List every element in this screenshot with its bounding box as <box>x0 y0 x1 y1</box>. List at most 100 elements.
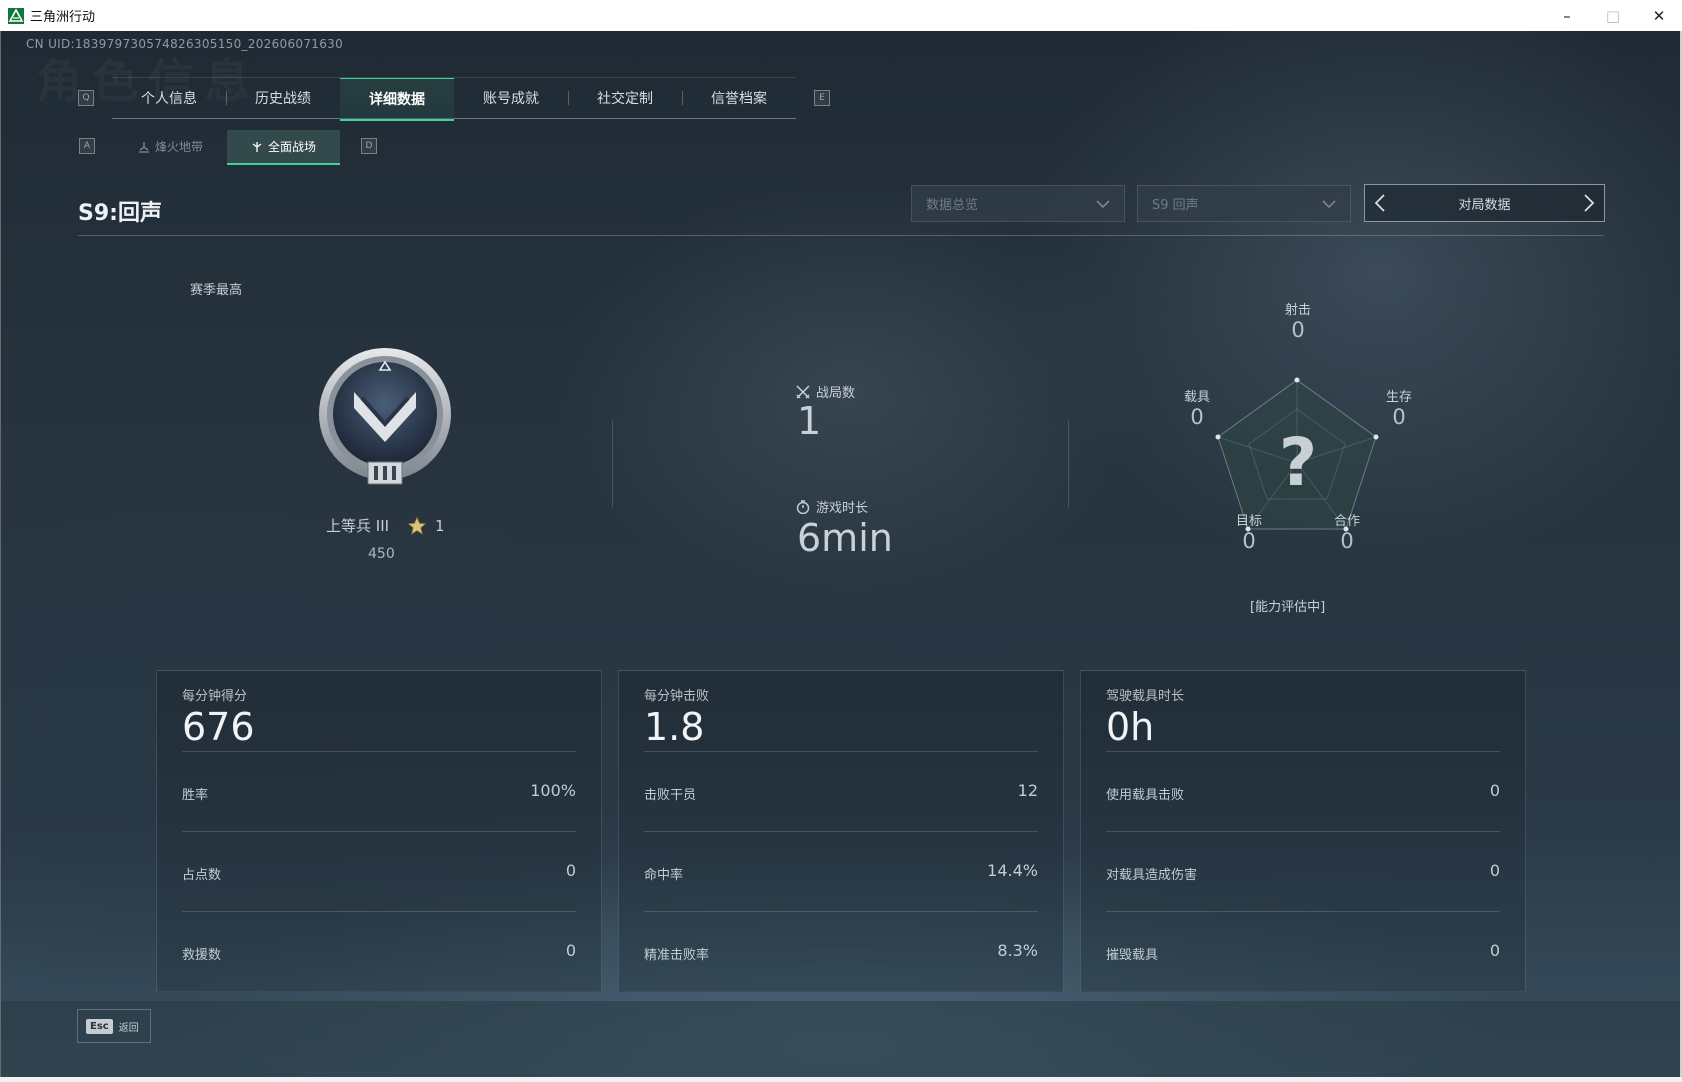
card-row-label: 占点数 <box>182 868 222 883</box>
window-border <box>0 31 1 1082</box>
mode-tab-bar: 烽火地带 全面战场 <box>114 130 340 165</box>
card-row-label: 救援数 <box>182 948 222 963</box>
window-title: 三角洲行动 <box>30 10 96 25</box>
window-titlebar: 三角洲行动 – □ ✕ <box>0 0 1682 32</box>
radar-value-cooperation: 0 <box>1340 529 1354 553</box>
playtime-label: 游戏时长 <box>796 497 868 516</box>
esc-key-hint: Esc <box>86 1018 113 1034</box>
radar-label-cooperation: 合作 <box>1333 514 1360 529</box>
pager-label: 对局数据 <box>1458 197 1511 213</box>
app-logo-icon <box>8 7 24 24</box>
radar-value-survival: 0 <box>1392 405 1406 429</box>
card-row-value: 100% <box>530 781 576 800</box>
tab-social-customization[interactable]: 社交定制 <box>568 78 682 118</box>
card-title: 每分钟得分 <box>182 689 248 704</box>
tab-credit-record[interactable]: 信誉档案 <box>682 78 796 118</box>
card-row-label: 摧毁载具 <box>1106 948 1159 963</box>
card-row-label: 命中率 <box>644 868 684 883</box>
card-row-label: 精准击败率 <box>644 948 710 963</box>
player-uid: CN UID:1839797305748263051​50_2026060716… <box>26 37 344 51</box>
chevron-left-icon <box>1374 194 1385 212</box>
subtab-extraction-label: 烽火地带 <box>154 140 203 154</box>
card-row-label: 对载具造成伤害 <box>1106 868 1198 883</box>
card-divider <box>644 831 1038 832</box>
radar-label-vehicle: 载具 <box>1183 390 1210 405</box>
star-icon <box>407 515 428 535</box>
card-title: 驾驶载具时长 <box>1106 689 1185 704</box>
pager-next-button[interactable] <box>1574 185 1604 221</box>
column-divider <box>612 420 613 508</box>
chevron-down-icon <box>1322 199 1336 208</box>
card-row-value: 0 <box>565 941 576 960</box>
card-row-label: 击败干员 <box>644 788 697 803</box>
tab-achievements[interactable]: 账号成就 <box>454 78 568 118</box>
maximize-icon[interactable]: □ <box>1590 0 1636 31</box>
card-divider <box>1106 751 1500 752</box>
tab-detailed-data[interactable]: 详细数据 <box>340 78 454 121</box>
rank-star-count: 1 <box>435 516 445 535</box>
card-title: 每分钟击败 <box>644 689 710 704</box>
prev-subtab-key-hint[interactable]: A <box>79 138 95 154</box>
data-overview-dropdown[interactable]: 数据总览 <box>911 185 1125 222</box>
radar-label-objective: 目标 <box>1235 514 1262 529</box>
pager-prev-button[interactable] <box>1365 185 1395 221</box>
extraction-mode-icon <box>138 141 149 153</box>
game-canvas: 角色信息 CN UID:1839797305748263051​50_20260… <box>0 31 1682 1082</box>
match-count-label-text: 战局数 <box>816 386 856 401</box>
stat-card-kills: 每分钟击败 1.8 击败干员 12 命中率 14.4% 精准击败率 8.3% <box>618 670 1064 992</box>
subtab-full-battlefield[interactable]: 全面战场 <box>227 130 340 165</box>
minimize-icon[interactable]: – <box>1544 0 1590 31</box>
tab-personal-info[interactable]: 个人信息 <box>112 78 226 118</box>
radar-label-survival: 生存 <box>1385 390 1412 405</box>
subtab-extraction-zone[interactable]: 烽火地带 <box>114 130 227 163</box>
rank-score: 450 <box>368 546 395 562</box>
rank-badge-icon <box>319 348 451 485</box>
match-count-value: 1 <box>797 399 822 443</box>
card-divider <box>182 831 576 832</box>
card-row-value: 12 <box>1017 781 1038 800</box>
season-title: S9:回声 <box>78 201 162 226</box>
card-main-value: 0h <box>1106 705 1155 749</box>
radar-value-objective: 0 <box>1242 529 1256 553</box>
radar-label-shooting: 射击 <box>1284 303 1311 318</box>
radar-center-mark: ? <box>1279 424 1317 501</box>
card-row-label: 胜率 <box>182 788 209 803</box>
season-dropdown[interactable]: S9 回声 <box>1137 185 1351 222</box>
card-row-value: 0 <box>565 861 576 880</box>
footer-bar <box>0 1001 1682 1082</box>
chevron-right-icon <box>1584 194 1595 212</box>
card-divider <box>644 911 1038 912</box>
card-divider <box>1106 831 1500 832</box>
next-subtab-key-hint[interactable]: D <box>361 138 377 154</box>
column-divider <box>1068 420 1069 508</box>
card-main-value: 676 <box>182 705 255 749</box>
prev-tab-key-hint[interactable]: Q <box>78 90 94 106</box>
card-main-value: 1.8 <box>644 705 705 749</box>
season-best-heading: 赛季最高 <box>190 283 243 298</box>
playtime-value: 6min <box>797 516 893 560</box>
stopwatch-icon <box>796 499 810 514</box>
chevron-down-icon <box>1096 199 1110 208</box>
radar-value-vehicle: 0 <box>1190 405 1204 429</box>
radar-value-shooting: 0 <box>1291 318 1305 342</box>
subtab-battlefield-label: 全面战场 <box>267 140 316 154</box>
card-row-value: 0 <box>1489 861 1500 880</box>
season-dropdown-value: S9 回声 <box>1152 198 1199 213</box>
card-divider <box>182 751 576 752</box>
back-label: 返回 <box>118 1022 139 1034</box>
rank-name: 上等兵 III <box>326 517 390 535</box>
crossed-swords-icon <box>796 384 810 399</box>
radar-status-note: [能力评估中] <box>1250 600 1326 615</box>
card-divider <box>1106 911 1500 912</box>
card-row-label: 使用载具击败 <box>1106 788 1185 803</box>
card-divider <box>644 751 1038 752</box>
close-icon[interactable]: ✕ <box>1636 0 1682 31</box>
match-data-pager: 对局数据 <box>1364 184 1605 222</box>
next-tab-key-hint[interactable]: E <box>814 90 830 106</box>
tab-match-history[interactable]: 历史战绩 <box>226 78 340 118</box>
card-row-value: 14.4% <box>987 861 1038 880</box>
battlefield-mode-icon <box>252 141 262 152</box>
back-button[interactable]: Esc 返回 <box>77 1009 151 1043</box>
card-row-value: 8.3% <box>997 941 1038 960</box>
card-row-value: 0 <box>1489 781 1500 800</box>
